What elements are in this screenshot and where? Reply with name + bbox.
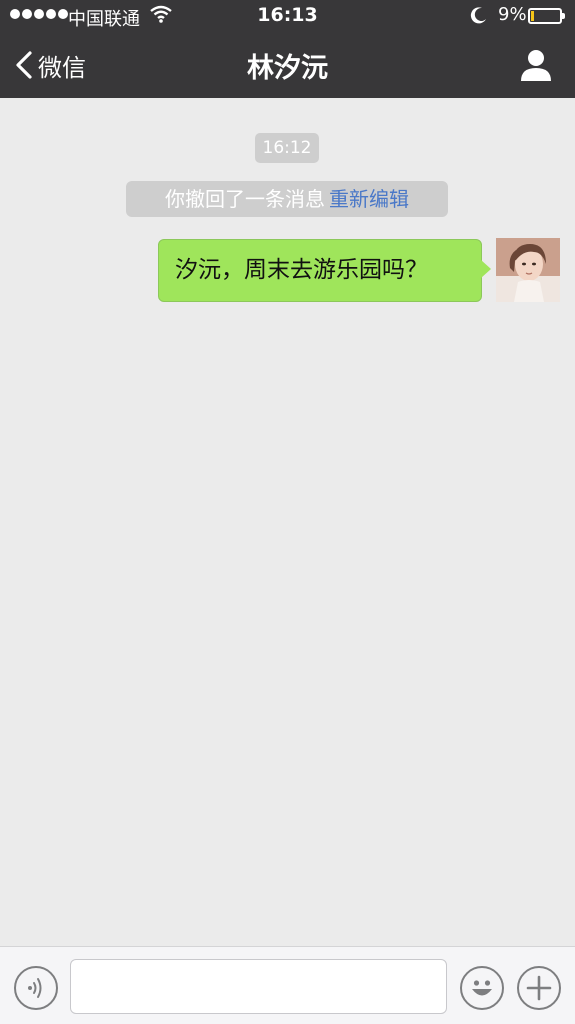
status-bar: 中国联通 16:13 9% xyxy=(0,0,575,32)
voice-icon xyxy=(28,978,42,998)
top-bar: 中国联通 16:13 9% 微信 林汐沅 xyxy=(0,0,575,98)
voice-button[interactable] xyxy=(14,966,58,1010)
message-timestamp: 16:12 xyxy=(255,133,319,163)
more-button[interactable] xyxy=(517,966,561,1010)
plus-icon xyxy=(526,975,552,1001)
person-icon[interactable] xyxy=(518,48,554,82)
avatar-photo xyxy=(496,238,560,302)
chat-area[interactable]: 16:12 你撤回了一条消息 重新编辑 汐沅，周末去游乐园吗？ xyxy=(0,98,575,946)
message-bubble-tail xyxy=(481,260,491,278)
chat-title: 林汐沅 xyxy=(247,53,328,84)
avatar[interactable] xyxy=(496,238,560,302)
input-bar xyxy=(0,946,575,1024)
message-bubble[interactable]: 汐沅，周末去游乐园吗？ xyxy=(158,239,482,302)
status-time: 16:13 xyxy=(257,4,318,26)
battery-icon xyxy=(528,8,565,24)
emoji-button[interactable] xyxy=(460,966,504,1010)
battery-percent: 9% xyxy=(498,4,527,25)
recall-notice: 你撤回了一条消息 重新编辑 xyxy=(126,181,448,217)
navigation-bar: 微信 林汐沅 xyxy=(0,32,575,98)
battery-level-fill xyxy=(531,11,534,21)
do-not-disturb-moon-icon xyxy=(470,7,486,24)
re-edit-link[interactable]: 重新编辑 xyxy=(329,187,409,211)
recall-notice-text: 你撤回了一条消息 xyxy=(165,187,325,211)
message-input[interactable] xyxy=(70,959,447,1014)
emoji-icon xyxy=(472,980,492,996)
